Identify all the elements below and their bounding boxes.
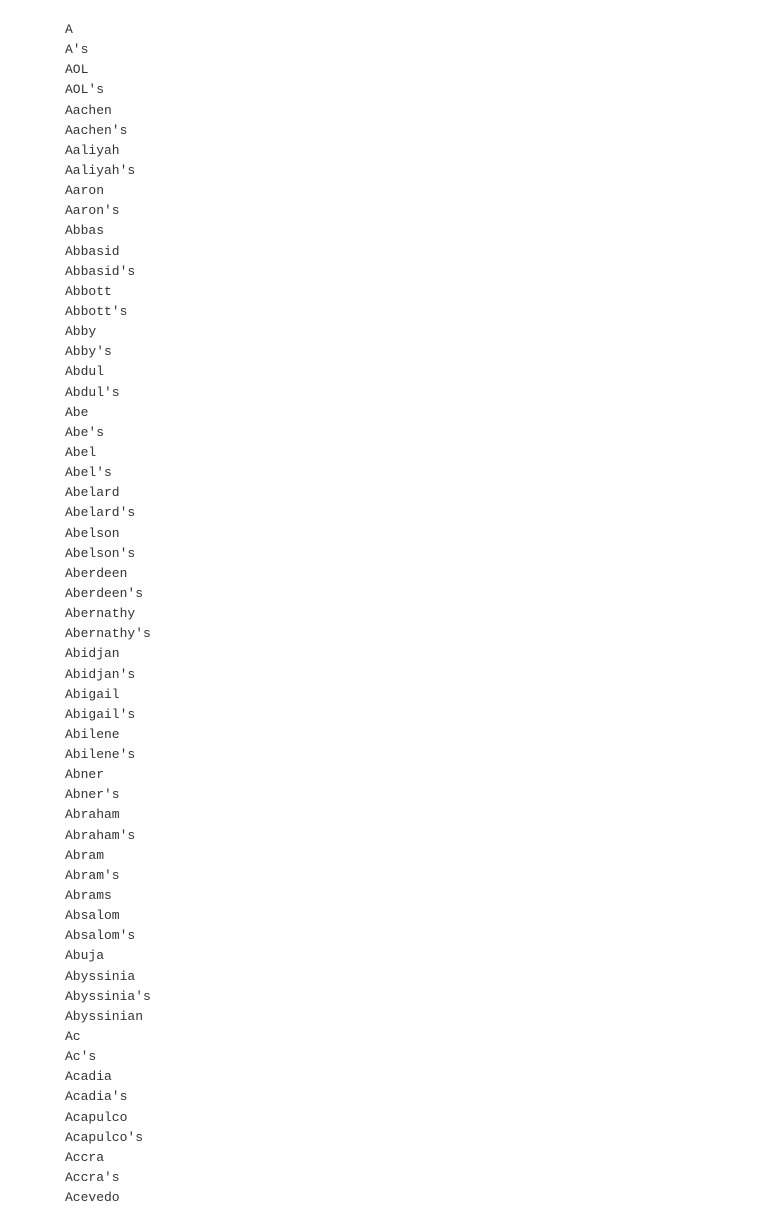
list-item: Aberdeen xyxy=(65,564,748,584)
list-item: Abbott's xyxy=(65,302,748,322)
list-item: Aaliyah xyxy=(65,141,748,161)
word-list: AA'sAOLAOL'sAachenAachen'sAaliyahAaliyah… xyxy=(65,20,748,1208)
list-item: Accra's xyxy=(65,1168,748,1188)
list-item: Acadia's xyxy=(65,1087,748,1107)
list-item: Abner xyxy=(65,765,748,785)
list-item: Abidjan's xyxy=(65,665,748,685)
list-item: Abel xyxy=(65,443,748,463)
list-item: Abigail's xyxy=(65,705,748,725)
list-item: Abby's xyxy=(65,342,748,362)
list-item: Aaliyah's xyxy=(65,161,748,181)
list-item: Abe's xyxy=(65,423,748,443)
list-item: Abbasid's xyxy=(65,262,748,282)
list-item: AOL's xyxy=(65,80,748,100)
list-item: Abraham xyxy=(65,805,748,825)
list-item: AOL xyxy=(65,60,748,80)
list-item: Abram's xyxy=(65,866,748,886)
list-item: Abilene xyxy=(65,725,748,745)
list-item: Abuja xyxy=(65,946,748,966)
list-item: Abbas xyxy=(65,221,748,241)
list-item: Abyssinian xyxy=(65,1007,748,1027)
list-item: A xyxy=(65,20,748,40)
list-item: Abner's xyxy=(65,785,748,805)
list-item: Abbasid xyxy=(65,242,748,262)
list-item: Abraham's xyxy=(65,826,748,846)
list-item: Abelard's xyxy=(65,503,748,523)
list-item: Absalom xyxy=(65,906,748,926)
list-item: Aberdeen's xyxy=(65,584,748,604)
list-item: Abelson xyxy=(65,524,748,544)
list-item: Accra xyxy=(65,1148,748,1168)
list-item: Acevedo xyxy=(65,1188,748,1208)
list-item: Abelson's xyxy=(65,544,748,564)
list-item: Abdul's xyxy=(65,383,748,403)
list-item: Abbott xyxy=(65,282,748,302)
list-item: Aachen xyxy=(65,101,748,121)
list-item: Abel's xyxy=(65,463,748,483)
list-item: Abigail xyxy=(65,685,748,705)
list-item: Abidjan xyxy=(65,644,748,664)
list-item: Abernathy's xyxy=(65,624,748,644)
list-item: Abdul xyxy=(65,362,748,382)
list-item: A's xyxy=(65,40,748,60)
list-item: Absalom's xyxy=(65,926,748,946)
list-item: Aaron xyxy=(65,181,748,201)
list-item: Abrams xyxy=(65,886,748,906)
list-item: Ac xyxy=(65,1027,748,1047)
list-item: Abe xyxy=(65,403,748,423)
list-item: Acapulco's xyxy=(65,1128,748,1148)
list-item: Acapulco xyxy=(65,1108,748,1128)
list-item: Acadia xyxy=(65,1067,748,1087)
list-item: Aachen's xyxy=(65,121,748,141)
list-item: Abelard xyxy=(65,483,748,503)
list-item: Abernathy xyxy=(65,604,748,624)
list-item: Abilene's xyxy=(65,745,748,765)
list-item: Abyssinia's xyxy=(65,987,748,1007)
list-item: Abby xyxy=(65,322,748,342)
list-item: Abyssinia xyxy=(65,967,748,987)
list-item: Abram xyxy=(65,846,748,866)
list-item: Aaron's xyxy=(65,201,748,221)
list-item: Ac's xyxy=(65,1047,748,1067)
